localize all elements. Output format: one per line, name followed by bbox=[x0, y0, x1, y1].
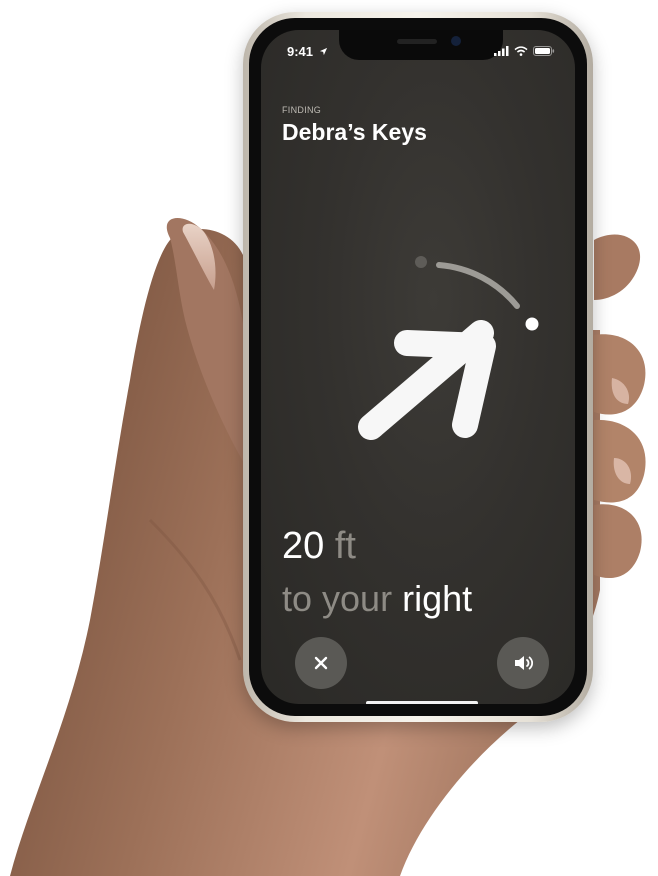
item-name-title: Debra’s Keys bbox=[282, 119, 427, 145]
signal-icon bbox=[494, 46, 509, 56]
close-button[interactable] bbox=[295, 637, 347, 689]
home-indicator[interactable] bbox=[366, 701, 478, 704]
find-my-screen: 9:41 FINDING Debra’s Keys 20 ft to your … bbox=[261, 30, 575, 704]
wifi-icon bbox=[514, 46, 528, 56]
heading-arc bbox=[436, 262, 520, 309]
distance-readout: 20 ft bbox=[282, 525, 356, 568]
front-camera bbox=[451, 36, 461, 46]
play-sound-button[interactable] bbox=[497, 637, 549, 689]
notch bbox=[339, 30, 503, 60]
distance-value: 20 bbox=[282, 525, 325, 567]
phone-bezel: 9:41 FINDING Debra’s Keys 20 ft to your … bbox=[249, 18, 587, 716]
direction-prefix: to your bbox=[282, 578, 393, 619]
direction-arrow-icon bbox=[358, 256, 539, 440]
current-heading-dot bbox=[415, 256, 427, 268]
location-arrow-icon bbox=[319, 47, 327, 56]
direction-readout: to your right bbox=[282, 578, 472, 620]
speaker-icon bbox=[515, 656, 534, 670]
direction-word: right bbox=[402, 578, 473, 619]
battery-icon bbox=[533, 46, 555, 56]
close-icon bbox=[314, 656, 328, 670]
target-heading-dot bbox=[525, 317, 539, 331]
earpiece-speaker bbox=[397, 39, 437, 44]
status-bar-icons bbox=[494, 46, 555, 56]
finding-label: FINDING bbox=[282, 105, 322, 115]
status-time-label: 9:41 bbox=[287, 44, 314, 59]
phone-frame: 9:41 FINDING Debra’s Keys 20 ft to your … bbox=[243, 12, 593, 722]
distance-unit: ft bbox=[334, 525, 356, 567]
status-bar-time: 9:41 bbox=[287, 44, 328, 59]
